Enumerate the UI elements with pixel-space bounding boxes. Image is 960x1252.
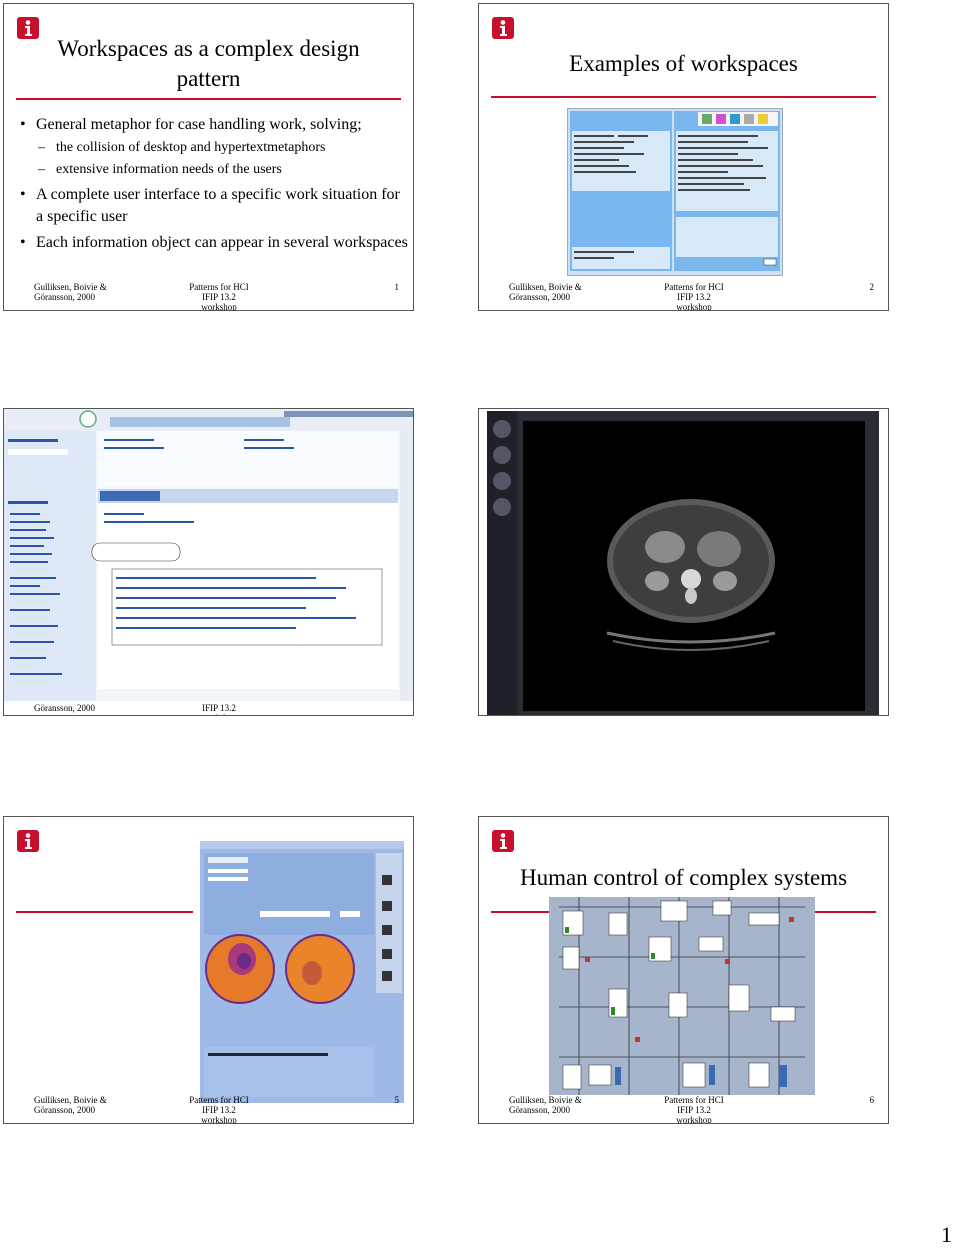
slide-5: Gulliksen, Boivie & Göransson, 2000 Patt… [3,816,414,1124]
sub-bullet-item: the collision of desktop and hypertextme… [18,138,408,158]
title-rule [491,96,876,98]
control-system-screenshot [549,897,815,1095]
logo-icon [492,830,514,852]
footer-authors: Gulliksen, Boivie & Göransson, 2000 [34,282,107,302]
footer-authors: Göransson, 2000 [34,703,95,713]
bullet-list: General metaphor for case handling work,… [18,110,408,254]
slide-footer: Gulliksen, Boivie & Göransson, 2000 Patt… [34,1095,400,1123]
bullet-item: Each information object can appear in se… [18,232,408,254]
footer-slide-number: 1 [394,282,400,292]
bullet-item: A complete user interface to a specific … [18,184,408,228]
slide-4 [478,408,889,716]
slide-3: Göransson, 2000 IFIP 13.2 workshop [3,408,414,716]
slide-6: Human control of complex systems Gulliks… [478,816,889,1124]
slide-1: Workspaces as a complex design pattern G… [3,3,414,311]
slide-footer: Gulliksen, Boivie & Göransson, 2000 Patt… [509,282,875,310]
workspace-screenshot [4,409,413,701]
logo-icon [17,830,39,852]
ct-scan-screenshot [487,411,879,715]
footer-authors: Gulliksen, Boivie & Göransson, 2000 [34,1095,107,1115]
slide-footer: Gulliksen, Boivie & Göransson, 2000 Patt… [509,1095,875,1123]
footer-event: Patterns for HCI IFIP 13.2 workshop [664,282,724,311]
footer-slide-number: 5 [394,1095,400,1105]
footer-event: Patterns for HCI IFIP 13.2 workshop [189,282,249,311]
footer-slide-number: 2 [869,282,875,292]
logo-icon [492,17,514,39]
footer-event: Patterns for HCI IFIP 13.2 workshop [664,1095,724,1124]
title-rule [16,911,193,913]
footer-slide-number: 6 [869,1095,875,1105]
footer-authors: Gulliksen, Boivie & Göransson, 2000 [509,282,582,302]
slide-title: Workspaces as a complex design pattern [57,36,360,91]
workspace-screenshot [200,841,404,1103]
title-rule [16,98,401,100]
footer-event: IFIP 13.2 workshop [201,703,237,715]
footer-authors: Gulliksen, Boivie & Göransson, 2000 [509,1095,582,1115]
bullet-item: General metaphor for case handling work,… [18,114,408,136]
slide-title: Examples of workspaces [569,51,798,76]
page-number: 1 [941,1222,952,1247]
sub-bullet-item: extensive information needs of the users [18,160,408,180]
slide-footer: Gulliksen, Boivie & Göransson, 2000 Patt… [34,282,400,310]
slide-footer: Göransson, 2000 IFIP 13.2 workshop [34,695,399,715]
slide-2: Examples of workspaces Gulliksen, Boivie… [478,3,889,311]
slide-title: Human control of complex systems [519,865,848,890]
workspace-screenshot [567,108,783,276]
footer-event: Patterns for HCI IFIP 13.2 workshop [189,1095,249,1124]
